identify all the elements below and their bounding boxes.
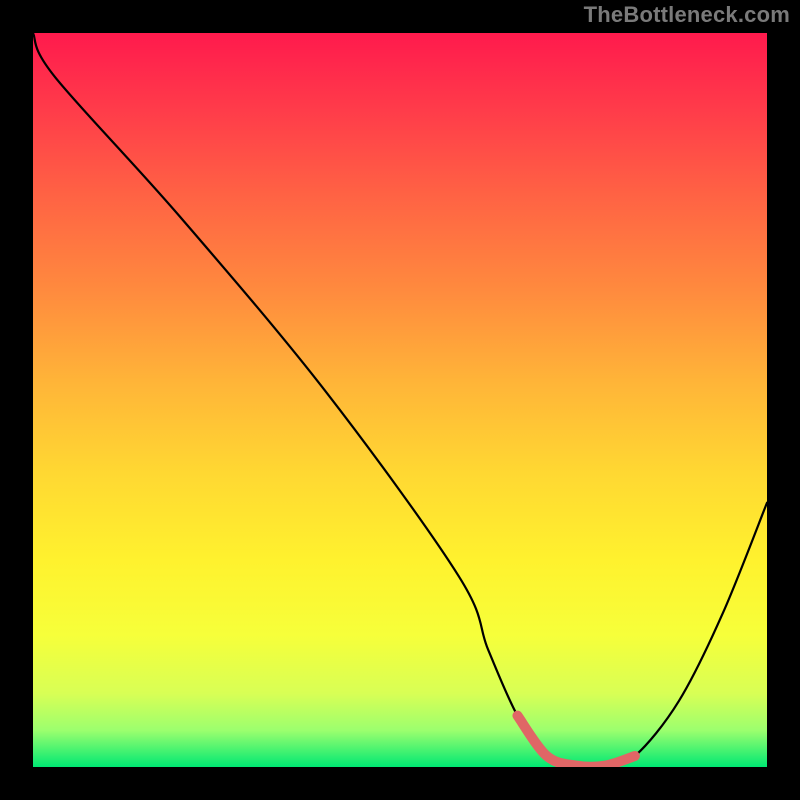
highlight-curve [517,716,634,767]
main-curve [33,33,767,767]
watermark-text: TheBottleneck.com [584,2,790,28]
chart-frame: TheBottleneck.com [0,0,800,800]
curve-layer [33,33,767,767]
plot-area [33,33,767,767]
